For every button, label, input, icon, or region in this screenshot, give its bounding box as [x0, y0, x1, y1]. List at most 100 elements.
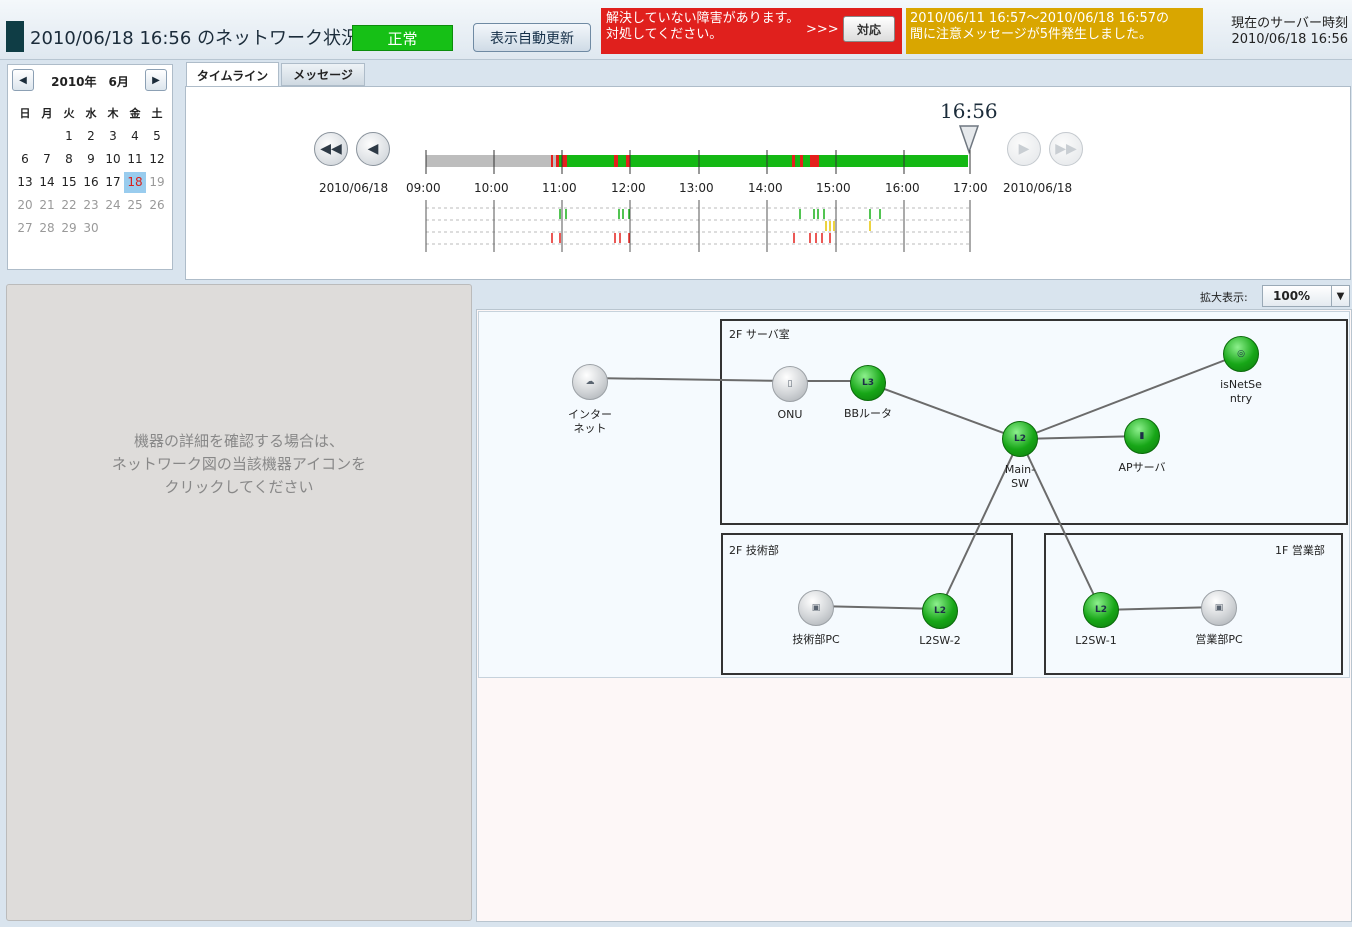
calendar-day — [146, 218, 168, 239]
calendar-day[interactable]: 2 — [80, 126, 102, 147]
right-arrow-icon: ▶ — [152, 74, 160, 86]
calendar-day[interactable]: 13 — [14, 172, 36, 193]
title-accent-bar — [6, 21, 24, 52]
device-icon: ▯ — [787, 379, 793, 389]
step-forward-button[interactable]: ▶ — [1007, 132, 1041, 166]
sentry-icon: ◎ — [1237, 349, 1245, 359]
calendar-day[interactable]: 10 — [102, 149, 124, 170]
calendar-day[interactable]: 11 — [124, 149, 146, 170]
calendar-day[interactable]: 4 — [124, 126, 146, 147]
isnetsentry-node[interactable]: ◎ — [1223, 336, 1259, 372]
calendar-day[interactable]: 6 — [14, 149, 36, 170]
device-detail-panel — [6, 284, 472, 921]
pc-icon: ▣ — [1214, 603, 1224, 613]
calendar-day[interactable]: 22 — [58, 195, 80, 216]
tab-timeline[interactable]: タイムライン — [186, 62, 279, 87]
chevron-down-icon[interactable]: ▼ — [1331, 286, 1349, 306]
calendar-day[interactable]: 30 — [80, 218, 102, 239]
status-badge: 正常 — [352, 25, 453, 51]
right-arrow-icon: ▶ — [1018, 141, 1030, 157]
l2sw2-node-label: L2SW-2 — [919, 634, 961, 647]
bb-router-node[interactable]: L3 — [850, 365, 886, 401]
calendar-day[interactable]: 5 — [146, 126, 168, 147]
server-icon: ▮ — [1139, 431, 1145, 441]
calendar-day[interactable]: 27 — [14, 218, 36, 239]
calendar-day[interactable]: 8 — [58, 149, 80, 170]
calendar-day[interactable]: 25 — [124, 195, 146, 216]
timeline-hour-label: 16:00 — [885, 181, 920, 195]
calendar-day[interactable]: 18 — [124, 172, 146, 193]
calendar-weekday: 金 — [129, 107, 141, 120]
step-back-button[interactable]: ◀ — [356, 132, 390, 166]
calendar-day[interactable]: 17 — [102, 172, 124, 193]
calendar-day[interactable]: 24 — [102, 195, 124, 216]
calendar-day[interactable]: 26 — [146, 195, 168, 216]
calendar-week: 20 21 22 23 24 25 26 — [14, 195, 168, 216]
calendar-weekday: 木 — [107, 107, 119, 120]
warning-message[interactable]: 2010/06/11 16:57～2010/06/18 16:57の 間に注意メ… — [910, 11, 1202, 43]
detail-hint-line1: 機器の詳細を確認する場合は、 — [133, 432, 344, 450]
main-sw-node[interactable]: L2 — [1002, 421, 1038, 457]
sales-pc-node-label: 営業部PC — [1195, 633, 1243, 646]
calendar-day[interactable]: 14 — [36, 172, 58, 193]
calendar-day[interactable]: 3 — [102, 126, 124, 147]
message-rows — [426, 207, 970, 245]
timeline-end-date: 2010/06/18 — [1003, 181, 1073, 195]
detail-hint-line2: ネットワーク図の当該機器アイコンを — [111, 455, 367, 473]
rewind-button[interactable]: ◀◀ — [314, 132, 348, 166]
error-messages — [551, 233, 831, 243]
timeline-hour-label: 12:00 — [611, 181, 646, 195]
calendar-day[interactable]: 29 — [58, 218, 80, 239]
calendar-day[interactable]: 7 — [36, 149, 58, 170]
l2sw1-node-label: L2SW-1 — [1075, 634, 1117, 647]
network-map: 2F サーバ室 2F 技術部 1F 営業部 ☁ インター ネット ▯ ONU L… — [478, 311, 1350, 678]
calendar-day[interactable]: 21 — [36, 195, 58, 216]
calendar-day — [14, 126, 36, 147]
onu-node[interactable]: ▯ — [772, 366, 808, 402]
l2sw2-node[interactable]: L2 — [922, 593, 958, 629]
cloud-icon: ☁ — [585, 377, 595, 387]
calendar-day[interactable]: 28 — [36, 218, 58, 239]
warning-messages — [825, 221, 871, 231]
l2sw1-node[interactable]: L2 — [1083, 592, 1119, 628]
calendar-day[interactable]: 20 — [14, 195, 36, 216]
calendar-weekdays: 日月火水木金土 — [14, 103, 168, 124]
sales-pc-node[interactable]: ▣ — [1201, 590, 1237, 626]
eng-pc-node[interactable]: ▣ — [798, 590, 834, 626]
calendar-weekday: 日 — [19, 107, 31, 120]
fast-forward-button[interactable]: ▶▶ — [1049, 132, 1083, 166]
calendar-day[interactable]: 19 — [146, 172, 168, 193]
timeline-hour-label: 09:00 — [406, 181, 441, 195]
auto-refresh-button[interactable]: 表示自動更新 — [473, 23, 591, 52]
info-messages — [559, 209, 881, 219]
calendar-week: 27 28 29 30 — [14, 218, 168, 239]
calendar-day[interactable]: 23 — [80, 195, 102, 216]
timeline-hour-label: 10:00 — [474, 181, 509, 195]
main-sw-label-line2: SW — [1011, 477, 1029, 490]
timeline-chart[interactable] — [420, 150, 980, 260]
calendar-day[interactable]: 15 — [58, 172, 80, 193]
next-month-button[interactable]: ▶ — [145, 69, 167, 91]
calendar-week: 12345 — [14, 126, 168, 147]
zoom-select[interactable]: 100% ▼ — [1262, 285, 1350, 307]
main-sw-node-label: Main- SW — [985, 463, 1055, 491]
ap-server-node[interactable]: ▮ — [1124, 418, 1160, 454]
detail-hint-line3: クリックしてください — [164, 478, 314, 496]
calendar-day[interactable]: 16 — [80, 172, 102, 193]
server-time-value: 2010/06/18 16:56 — [1231, 32, 1348, 47]
ap-server-node-label: APサーバ — [1118, 461, 1166, 474]
calendar-day[interactable]: 1 — [58, 126, 80, 147]
calendar-day — [124, 218, 146, 239]
timeline-hour-label: 17:00 — [953, 181, 988, 195]
internet-node[interactable]: ☁ — [572, 364, 608, 400]
calendar-week: 6 7 8 9 10 11 12 — [14, 149, 168, 170]
prev-month-button[interactable]: ◀ — [12, 69, 34, 91]
calendar-day[interactable]: 9 — [80, 149, 102, 170]
calendar-month: 2010年 6月 — [51, 75, 129, 89]
alert-message-line2: 対処してください。 — [606, 27, 723, 42]
respond-button[interactable]: 対応 — [843, 16, 895, 42]
calendar-day[interactable]: 12 — [146, 149, 168, 170]
current-time-label: 16:56 — [940, 99, 998, 123]
tab-messages[interactable]: メッセージ — [281, 63, 365, 86]
calendar-day — [36, 126, 58, 147]
